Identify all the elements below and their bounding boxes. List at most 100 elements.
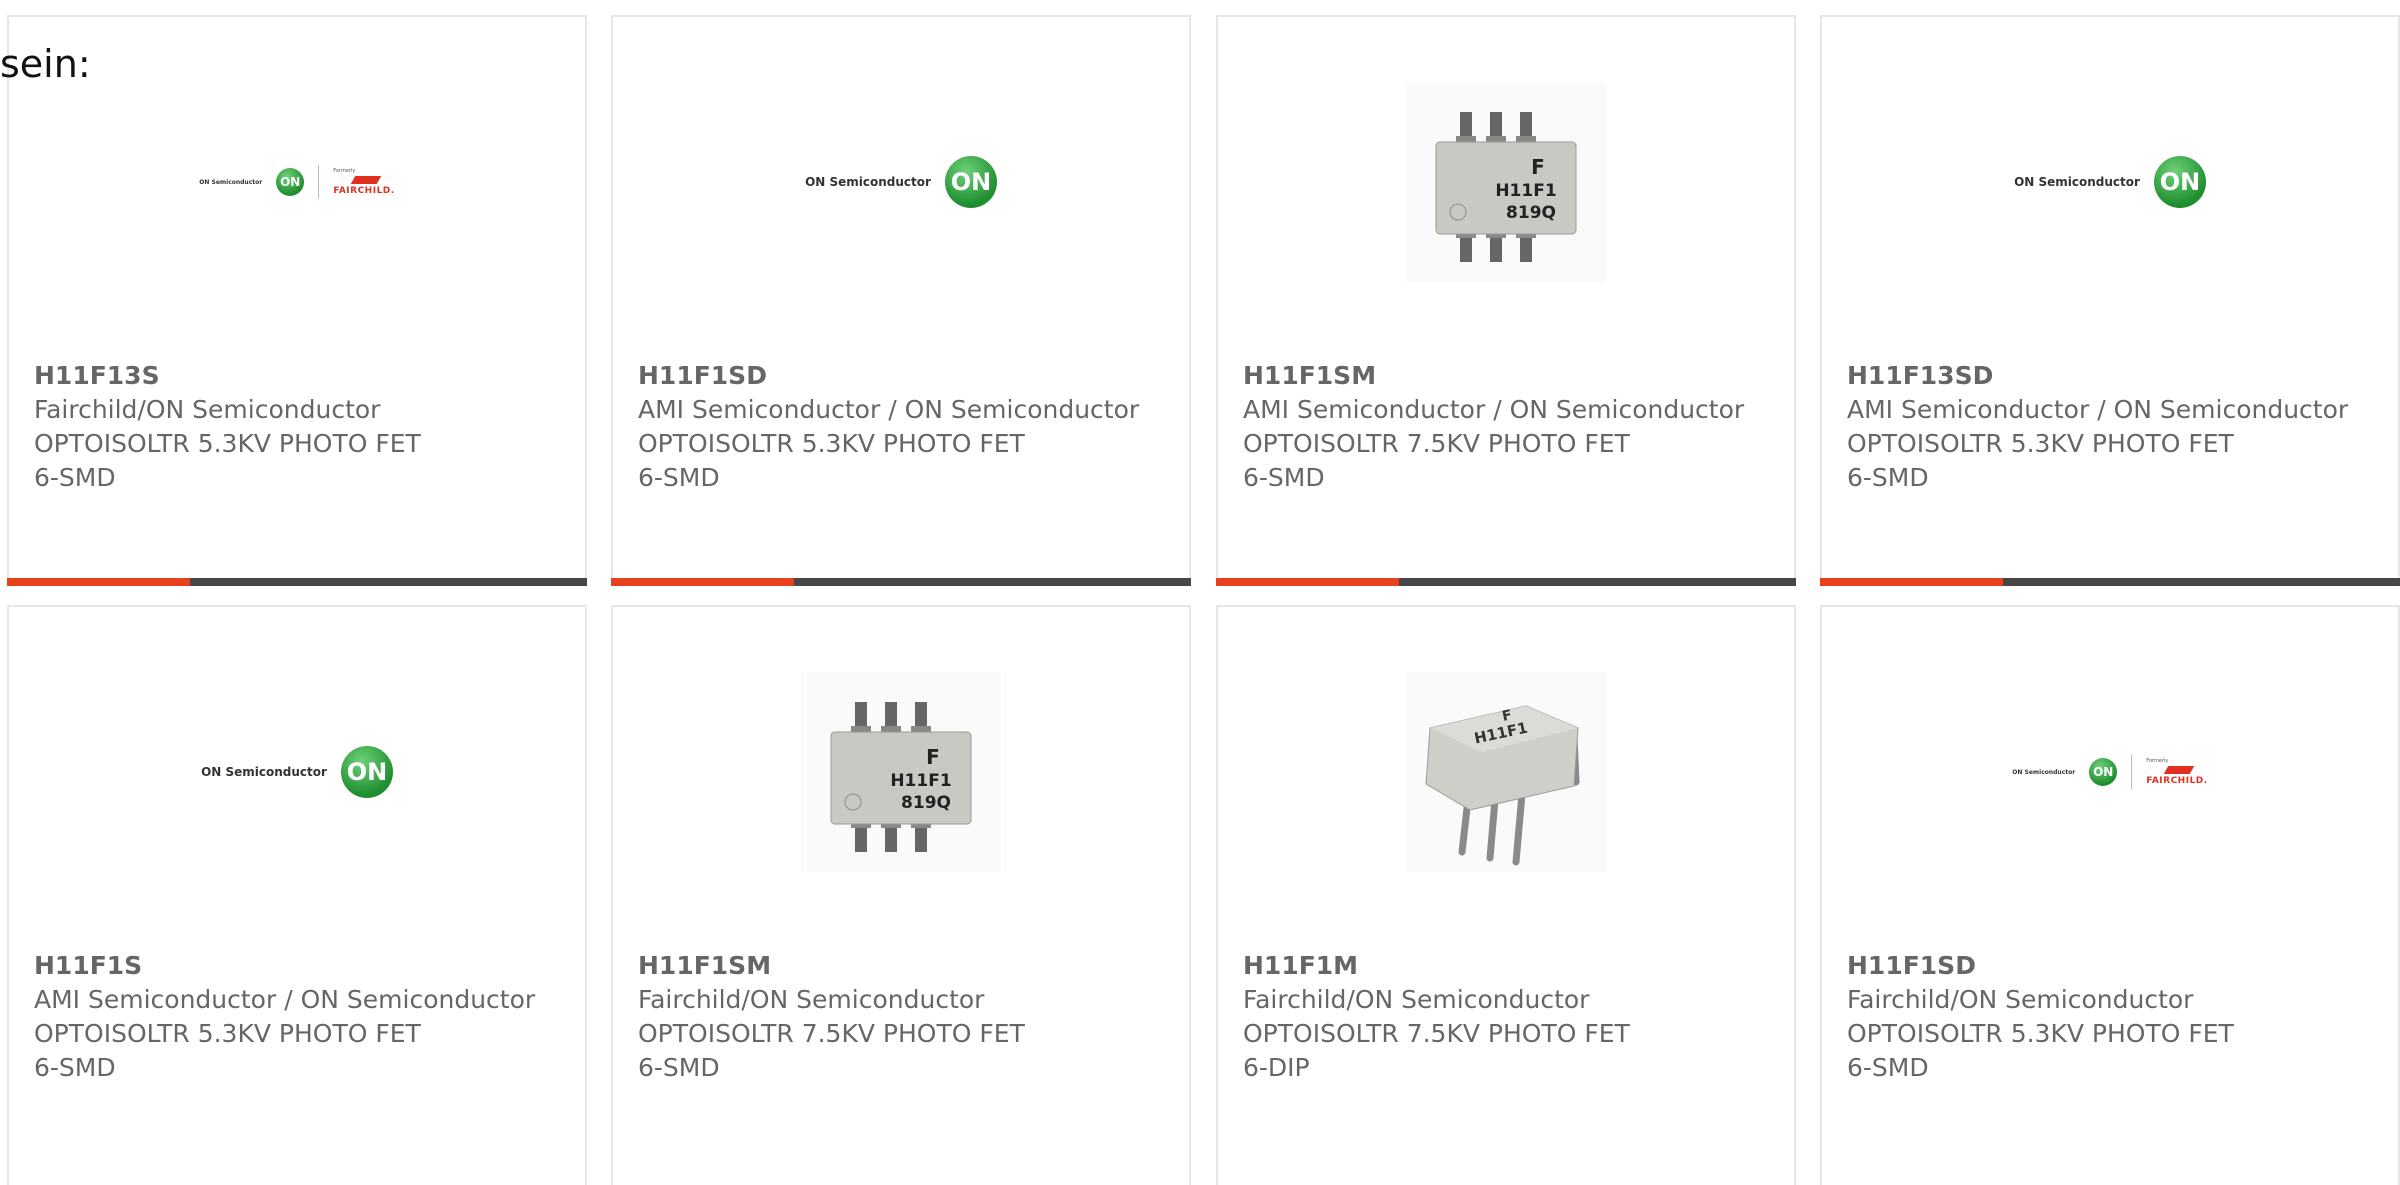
- on-logo-icon: ON: [2089, 758, 2118, 786]
- part-number[interactable]: H11F13S: [34, 359, 565, 393]
- fairchild-brand: Formerly FAIRCHILD.: [333, 168, 394, 196]
- smd-chip-photo: F H11F1 819Q: [801, 672, 1001, 872]
- product-grid: ON Semiconductor ON Formerly FAIRCHILD. …: [0, 0, 2400, 1185]
- part-number[interactable]: H11F1SD: [1847, 949, 2378, 983]
- manufacturer: AMI Semiconductor / ON Semiconductor: [1847, 395, 2349, 424]
- product-card[interactable]: F H11F1 819Q H11F1SM Fairchild/ON Semico…: [611, 605, 1191, 1185]
- card-accent-bar: [611, 578, 1191, 586]
- card-accent-segment: [1820, 578, 2003, 586]
- logo-divider: [318, 165, 320, 199]
- logo-formerly: Formerly: [333, 168, 356, 174]
- logo-text: ON Semiconductor: [201, 765, 327, 779]
- product-card[interactable]: ON Semiconductor ON H11F13SD AMI Semicon…: [1820, 15, 2400, 586]
- part-number[interactable]: H11F13SD: [1847, 359, 2378, 393]
- card-accent-segment: [7, 578, 190, 586]
- part-number[interactable]: H11F1SD: [638, 359, 1169, 393]
- chip-marking: H11F1: [890, 771, 951, 791]
- logo-text: ON Semiconductor: [2014, 175, 2140, 189]
- package: 6-SMD: [638, 463, 720, 492]
- on-semiconductor-logo: ON Semiconductor ON: [805, 156, 997, 208]
- description: OPTOISOLTR 7.5KV PHOTO FET: [1243, 1019, 1630, 1048]
- on-fairchild-logo: ON Semiconductor ON Formerly FAIRCHILD.: [2012, 755, 2207, 789]
- description: OPTOISOLTR 5.3KV PHOTO FET: [34, 1019, 421, 1048]
- product-image[interactable]: ON Semiconductor ON Formerly FAIRCHILD.: [9, 62, 585, 302]
- on-semiconductor-logo: ON Semiconductor ON: [2014, 156, 2206, 208]
- logo-formerly: Formerly: [2146, 758, 2169, 764]
- product-card[interactable]: ON Semiconductor ON Formerly FAIRCHILD. …: [7, 15, 587, 586]
- product-image[interactable]: H11F1 F: [1218, 652, 1794, 892]
- description: OPTOISOLTR 5.3KV PHOTO FET: [34, 429, 421, 458]
- product-card[interactable]: H11F1 F H11F1M Fairchild/ON Semiconducto…: [1216, 605, 1796, 1185]
- logo-brand: FAIRCHILD.: [2146, 776, 2208, 786]
- package: 6-SMD: [1847, 1053, 1929, 1082]
- manufacturer: Fairchild/ON Semiconductor: [1847, 985, 2194, 1014]
- chip-marking: 819Q: [1506, 203, 1556, 223]
- product-image[interactable]: ON Semiconductor ON: [613, 62, 1189, 302]
- product-info: H11F1SD AMI Semiconductor / ON Semicondu…: [638, 359, 1169, 495]
- product-card[interactable]: F H11F1 819Q H11F1SM AMI Semiconductor /…: [1216, 15, 1796, 586]
- card-accent-segment: [611, 578, 794, 586]
- description: OPTOISOLTR 5.3KV PHOTO FET: [1847, 429, 2234, 458]
- product-info: H11F1SM Fairchild/ON Semiconductor OPTOI…: [638, 949, 1169, 1085]
- chip-marking: 819Q: [901, 793, 951, 813]
- svg-text:F: F: [926, 745, 940, 769]
- on-logo-icon: ON: [276, 168, 305, 196]
- manufacturer: Fairchild/ON Semiconductor: [34, 395, 381, 424]
- package: 6-SMD: [34, 1053, 116, 1082]
- on-fairchild-logo: ON Semiconductor ON Formerly FAIRCHILD.: [199, 165, 394, 199]
- product-info: H11F1SD Fairchild/ON Semiconductor OPTOI…: [1847, 949, 2378, 1085]
- product-image[interactable]: ON Semiconductor ON: [9, 652, 585, 892]
- package: 6-SMD: [1847, 463, 1929, 492]
- product-image[interactable]: ON Semiconductor ON Formerly FAIRCHILD.: [1822, 652, 2398, 892]
- product-info: H11F13S Fairchild/ON Semiconductor OPTOI…: [34, 359, 565, 495]
- part-number[interactable]: H11F1SM: [638, 949, 1169, 983]
- logo-text: ON Semiconductor: [199, 178, 263, 186]
- description: OPTOISOLTR 5.3KV PHOTO FET: [1847, 1019, 2234, 1048]
- logo-text: ON Semiconductor: [805, 175, 931, 189]
- on-semiconductor-logo: ON Semiconductor ON: [201, 746, 393, 798]
- product-info: H11F1S AMI Semiconductor / ON Semiconduc…: [34, 949, 565, 1085]
- product-info: H11F1SM AMI Semiconductor / ON Semicondu…: [1243, 359, 1774, 495]
- logo-text: ON Semiconductor: [2012, 768, 2076, 776]
- product-card[interactable]: ON Semiconductor ON Formerly FAIRCHILD. …: [1820, 605, 2400, 1185]
- smd-chip-photo: F H11F1 819Q: [1406, 82, 1606, 282]
- svg-text:F: F: [1531, 155, 1545, 179]
- fairchild-mark-icon: [350, 176, 382, 184]
- product-image[interactable]: F H11F1 819Q: [1218, 62, 1794, 302]
- card-accent-segment: [1216, 578, 1399, 586]
- manufacturer: Fairchild/ON Semiconductor: [638, 985, 985, 1014]
- chip-marking: H11F1: [1495, 181, 1556, 201]
- fairchild-brand: Formerly FAIRCHILD.: [2146, 758, 2207, 786]
- description: OPTOISOLTR 7.5KV PHOTO FET: [638, 1019, 1025, 1048]
- product-card[interactable]: ON Semiconductor ON H11F1S AMI Semicondu…: [7, 605, 587, 1185]
- description: OPTOISOLTR 5.3KV PHOTO FET: [638, 429, 1025, 458]
- product-image[interactable]: ON Semiconductor ON: [1822, 62, 2398, 302]
- dip-chip-photo: H11F1 F: [1406, 672, 1606, 872]
- on-logo-icon: ON: [340, 746, 393, 798]
- package: 6-SMD: [34, 463, 116, 492]
- description: OPTOISOLTR 7.5KV PHOTO FET: [1243, 429, 1630, 458]
- logo-divider: [2131, 755, 2133, 789]
- manufacturer: Fairchild/ON Semiconductor: [1243, 985, 1590, 1014]
- card-accent-bar: [1820, 578, 2400, 586]
- manufacturer: AMI Semiconductor / ON Semiconductor: [1243, 395, 1745, 424]
- part-number[interactable]: H11F1S: [34, 949, 565, 983]
- on-logo-icon: ON: [2153, 156, 2206, 208]
- package: 6-SMD: [1243, 463, 1325, 492]
- package: 6-SMD: [638, 1053, 720, 1082]
- fairchild-mark-icon: [2163, 766, 2195, 774]
- part-number[interactable]: H11F1SM: [1243, 359, 1774, 393]
- part-number[interactable]: H11F1M: [1243, 949, 1774, 983]
- manufacturer: AMI Semiconductor / ON Semiconductor: [638, 395, 1140, 424]
- product-info: H11F1M Fairchild/ON Semiconductor OPTOIS…: [1243, 949, 1774, 1085]
- page-heading: sein:: [0, 42, 91, 86]
- product-card[interactable]: ON Semiconductor ON H11F1SD AMI Semicond…: [611, 15, 1191, 586]
- logo-brand: FAIRCHILD.: [333, 186, 395, 196]
- package: 6-DIP: [1243, 1053, 1310, 1082]
- product-info: H11F13SD AMI Semiconductor / ON Semicond…: [1847, 359, 2378, 495]
- on-logo-icon: ON: [944, 156, 997, 208]
- product-image[interactable]: F H11F1 819Q: [613, 652, 1189, 892]
- card-accent-bar: [1216, 578, 1796, 586]
- card-accent-bar: [7, 578, 587, 586]
- manufacturer: AMI Semiconductor / ON Semiconductor: [34, 985, 536, 1014]
